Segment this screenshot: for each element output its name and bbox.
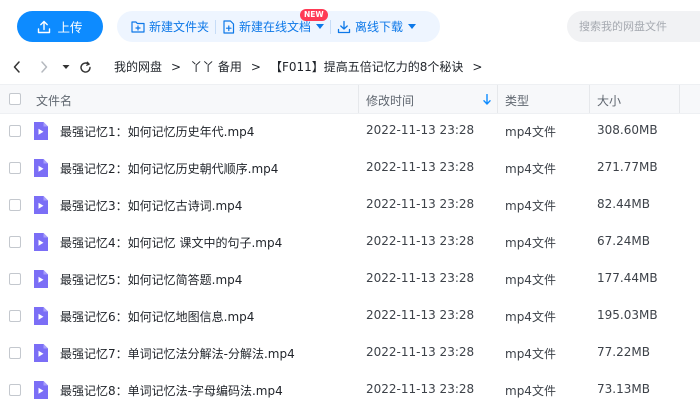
file-type: mp4文件 <box>505 347 556 361</box>
chevron-down-icon <box>316 24 325 29</box>
column-header-size[interactable]: 大小 <box>597 92 621 109</box>
upload-label: 上传 <box>57 20 83 35</box>
file-type: mp4文件 <box>505 199 556 213</box>
new-badge: NEW <box>300 9 328 21</box>
table-row[interactable]: 最强记忆6：如何记忆地图信息.mp4 2022-11-13 23:28 mp4文件 1… <box>0 298 700 335</box>
folder-plus-icon <box>131 20 145 33</box>
history-dropdown-icon[interactable] <box>58 59 74 75</box>
upload-button[interactable]: 上传 <box>17 11 103 42</box>
file-type: mp4文件 <box>505 310 556 324</box>
video-file-icon <box>33 270 48 288</box>
row-checkbox[interactable] <box>9 199 21 211</box>
file-name[interactable]: 最强记忆6：如何记忆地图信息.mp4 <box>60 308 254 325</box>
document-plus-icon <box>222 19 235 34</box>
table-row[interactable]: 最强记忆4：如何记忆 课文中的句子.mp4 2022-11-13 23:28 mp4… <box>0 224 700 261</box>
file-size: 82.44MB <box>597 197 650 211</box>
file-modified-time: 2022-11-13 23:28 <box>366 160 475 174</box>
column-divider <box>679 85 680 113</box>
table-row[interactable]: 最强记忆7：单词记忆法分解法-分解法.mp4 2022-11-13 23:28 mp… <box>0 335 700 372</box>
file-modified-time: 2022-11-13 23:28 <box>366 123 475 137</box>
file-modified-time: 2022-11-13 23:28 <box>366 197 475 211</box>
file-modified-time: 2022-11-13 23:28 <box>366 382 475 396</box>
chevron-down-icon <box>408 24 417 29</box>
new-online-doc-label: 新建在线文档 <box>239 20 312 34</box>
file-modified-time: 2022-11-13 23:28 <box>366 234 475 248</box>
breadcrumb-item-folder[interactable]: 丫丫 备用 <box>190 58 242 75</box>
table-row[interactable]: 最强记忆8：单词记忆法-字母编码法.mp4 2022-11-13 23:28 mp4… <box>0 372 700 409</box>
file-name[interactable]: 最强记忆8：单词记忆法-字母编码法.mp4 <box>60 382 283 399</box>
new-folder-button[interactable]: 新建文件夹 <box>125 11 215 42</box>
file-size: 308.60MB <box>597 123 658 137</box>
table-row[interactable]: 最强记忆5：如何记忆简答题.mp4 2022-11-13 23:28 mp4文件 17… <box>0 261 700 298</box>
video-file-icon <box>33 381 48 399</box>
file-name[interactable]: 最强记忆1：如何记忆历史年代.mp4 <box>60 123 254 140</box>
breadcrumb-separator: > <box>472 59 483 74</box>
file-type: mp4文件 <box>505 162 556 176</box>
file-name[interactable]: 最强记忆5：如何记忆简答题.mp4 <box>60 271 242 288</box>
upload-icon <box>37 20 51 34</box>
column-header-modified[interactable]: 修改时间 <box>366 92 414 109</box>
file-type: mp4文件 <box>505 125 556 139</box>
table-header: 文件名 修改时间 类型 大小 <box>0 84 700 114</box>
file-type: mp4文件 <box>505 236 556 250</box>
video-file-icon <box>33 233 48 251</box>
forward-arrow-icon[interactable] <box>36 59 52 75</box>
row-checkbox[interactable] <box>9 162 21 174</box>
file-name[interactable]: 最强记忆2：如何记忆历史朝代顺序.mp4 <box>60 160 278 177</box>
refresh-icon[interactable] <box>77 59 93 75</box>
toolbar: 上传 新建文件夹 新建在线文档 离线下载 NEW <box>0 0 700 50</box>
navigation-bar: 我的网盘 > 丫丫 备用 > 【F011】提高五倍记忆力的8个秘诀 > <box>0 52 700 82</box>
file-type: mp4文件 <box>505 273 556 287</box>
column-header-name[interactable]: 文件名 <box>36 92 72 109</box>
video-file-icon <box>33 307 48 325</box>
file-size: 271.77MB <box>597 160 658 174</box>
video-file-icon <box>33 196 48 214</box>
file-modified-time: 2022-11-13 23:28 <box>366 271 475 285</box>
breadcrumb-item-root[interactable]: 我的网盘 <box>114 58 162 75</box>
table-row[interactable]: 最强记忆1：如何记忆历史年代.mp4 2022-11-13 23:28 mp4文件 3… <box>0 113 700 150</box>
file-size: 73.13MB <box>597 382 650 396</box>
file-type: mp4文件 <box>505 384 556 398</box>
search-box <box>567 11 700 42</box>
sort-descending-icon[interactable] <box>483 93 491 108</box>
file-size: 195.03MB <box>597 308 658 322</box>
search-input[interactable] <box>567 11 700 42</box>
file-size: 67.24MB <box>597 234 650 248</box>
offline-download-button[interactable]: 离线下载 <box>331 11 422 42</box>
offline-download-label: 离线下载 <box>355 20 404 34</box>
video-file-icon <box>33 122 48 140</box>
video-file-icon <box>33 159 48 177</box>
toolbar-action-group: 新建文件夹 新建在线文档 离线下载 <box>117 11 440 42</box>
row-checkbox[interactable] <box>9 347 21 359</box>
row-checkbox[interactable] <box>9 384 21 396</box>
column-header-type[interactable]: 类型 <box>505 92 529 109</box>
breadcrumb-item-current: 【F011】提高五倍记忆力的8个秘诀 <box>269 60 464 74</box>
column-divider <box>358 85 359 113</box>
row-checkbox[interactable] <box>9 236 21 248</box>
download-icon <box>337 20 351 34</box>
video-file-icon <box>33 344 48 362</box>
back-arrow-icon[interactable] <box>9 59 25 75</box>
file-name[interactable]: 最强记忆3：如何记忆古诗词.mp4 <box>60 197 242 214</box>
breadcrumb-separator: > <box>171 59 182 74</box>
breadcrumb: 我的网盘 > 丫丫 备用 > 【F011】提高五倍记忆力的8个秘诀 > <box>114 58 482 75</box>
row-checkbox[interactable] <box>9 125 21 137</box>
file-modified-time: 2022-11-13 23:28 <box>366 345 475 359</box>
select-all-checkbox[interactable] <box>9 93 21 105</box>
file-name[interactable]: 最强记忆4：如何记忆 课文中的句子.mp4 <box>60 234 282 251</box>
new-folder-label: 新建文件夹 <box>149 20 210 34</box>
row-checkbox[interactable] <box>9 273 21 285</box>
breadcrumb-separator: > <box>250 59 261 74</box>
table-row[interactable]: 最强记忆2：如何记忆历史朝代顺序.mp4 2022-11-13 23:28 mp4文… <box>0 150 700 187</box>
file-name[interactable]: 最强记忆7：单词记忆法分解法-分解法.mp4 <box>60 345 295 362</box>
row-checkbox[interactable] <box>9 310 21 322</box>
column-divider <box>589 85 590 113</box>
file-modified-time: 2022-11-13 23:28 <box>366 308 475 322</box>
column-divider <box>497 85 498 113</box>
table-row[interactable]: 最强记忆3：如何记忆古诗词.mp4 2022-11-13 23:28 mp4文件 82… <box>0 187 700 224</box>
file-size: 177.44MB <box>597 271 658 285</box>
file-size: 77.22MB <box>597 345 650 359</box>
